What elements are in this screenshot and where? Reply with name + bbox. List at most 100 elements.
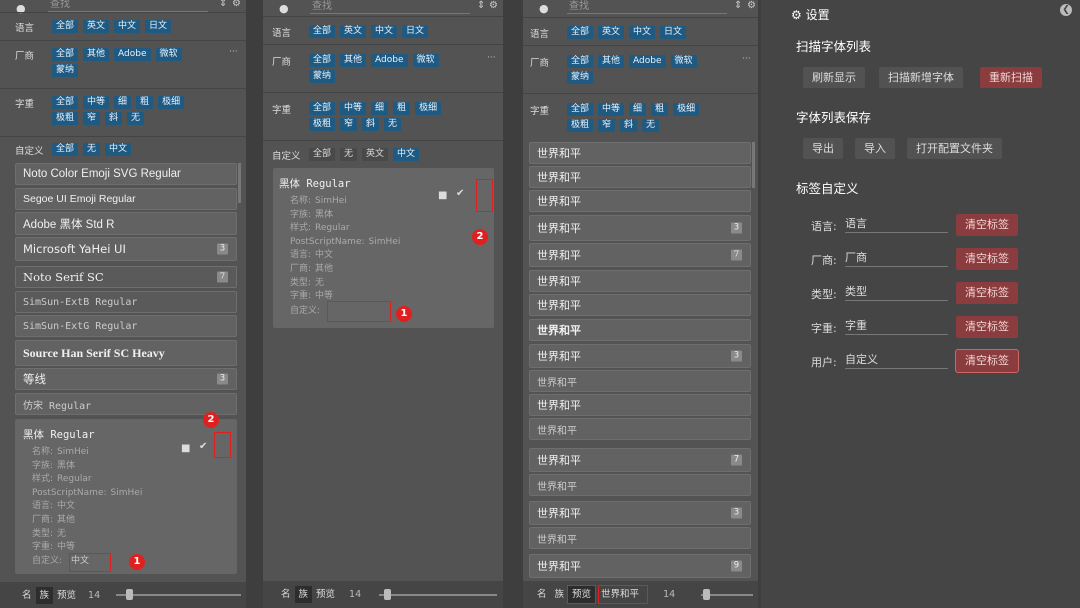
chip[interactable]: 极细 xyxy=(673,103,700,116)
font-preview-item[interactable]: 世界和平 7 xyxy=(529,448,751,472)
tag-input[interactable]: 语言 xyxy=(845,216,948,233)
rescan-button[interactable]: 重新扫描 xyxy=(980,67,1042,88)
font-preview-item[interactable]: 世界和平 xyxy=(529,418,751,440)
chip[interactable]: Adobe xyxy=(114,48,151,61)
scrollbar[interactable] xyxy=(238,163,241,203)
check-icon[interactable]: ✔ xyxy=(456,188,464,199)
chip[interactable]: 日文 xyxy=(660,26,687,39)
chip[interactable]: 斜 xyxy=(620,119,638,132)
slider-handle[interactable] xyxy=(126,589,133,600)
font-list-item[interactable]: Microsoft YaHei UI 3 xyxy=(15,237,237,261)
chip[interactable]: 中文 xyxy=(371,25,398,38)
chip[interactable]: Adobe xyxy=(629,55,666,68)
more-icon[interactable]: ··· xyxy=(742,54,751,64)
font-preview-item[interactable]: 世界和平 9 xyxy=(529,554,751,578)
chip[interactable]: 中文 xyxy=(629,26,656,39)
chip[interactable]: 极粗 xyxy=(309,118,336,131)
chip[interactable]: 粗 xyxy=(136,96,154,109)
chip[interactable]: 极细 xyxy=(158,96,185,109)
tag-input[interactable]: 自定义 xyxy=(845,352,948,369)
chip[interactable]: 窄 xyxy=(598,119,616,132)
chip[interactable]: 全部 xyxy=(567,26,594,39)
font-preview-item[interactable]: 世界和平 xyxy=(529,190,751,212)
gear-icon[interactable]: ⚙ xyxy=(747,0,756,11)
scan-new-fonts-button[interactable]: 扫描新增字体 xyxy=(879,67,963,88)
search-input[interactable]: 查找 xyxy=(48,0,208,12)
chip[interactable]: 其他 xyxy=(598,55,625,68)
scrollbar[interactable] xyxy=(752,142,755,188)
font-size-slider[interactable] xyxy=(116,594,241,596)
tag-input[interactable]: 字重 xyxy=(845,318,948,335)
chip[interactable]: 粗 xyxy=(651,103,669,116)
sort-icon[interactable]: ⇕ xyxy=(734,0,742,11)
font-preview-item[interactable]: 世界和平 xyxy=(529,474,751,496)
chip[interactable]: 窄 xyxy=(340,118,358,131)
collapse-icon[interactable]: ❮ xyxy=(1060,4,1072,16)
chip[interactable]: Adobe xyxy=(371,54,408,67)
preview-toggle-button[interactable]: 预览 xyxy=(567,585,597,604)
font-preview-item[interactable]: 世界和平 3 xyxy=(529,501,751,525)
chip[interactable]: 中等 xyxy=(83,96,110,109)
chip[interactable]: 无 xyxy=(642,119,660,132)
preview-toggle-button[interactable]: 预览 xyxy=(312,586,339,603)
sort-icon[interactable]: ⇕ xyxy=(477,0,485,11)
font-list-item[interactable]: Noto Serif SC 7 xyxy=(15,266,237,288)
font-list-item[interactable]: Segoe UI Emoji Regular xyxy=(15,188,237,210)
clear-tag-button[interactable]: 清空标签 xyxy=(956,214,1018,236)
chip[interactable]: 全部 xyxy=(567,103,594,116)
tag-icon[interactable]: ● xyxy=(539,2,553,15)
tag-icon[interactable]: ● xyxy=(279,2,293,15)
more-icon[interactable]: ··· xyxy=(229,47,238,57)
chip[interactable]: 无 xyxy=(340,148,358,161)
font-list-item[interactable]: Noto Color Emoji SVG Regular xyxy=(15,163,237,185)
chip[interactable]: 英文 xyxy=(362,148,389,161)
font-list-item[interactable]: 仿宋 Regular xyxy=(15,393,237,415)
chip[interactable]: 窄 xyxy=(83,112,101,125)
chip[interactable]: 微软 xyxy=(155,48,182,61)
font-preview-item[interactable]: 世界和平 xyxy=(529,294,751,316)
clear-tag-button[interactable]: 清空标签 xyxy=(955,349,1019,373)
copy-icon[interactable]: ■ xyxy=(438,190,447,201)
chip[interactable]: 全部 xyxy=(52,143,79,156)
chip[interactable]: 全部 xyxy=(567,55,594,68)
custom-tag-input[interactable] xyxy=(327,301,391,322)
font-preview-item[interactable]: 世界和平 xyxy=(529,319,751,341)
font-list-item[interactable]: Adobe 黑体 Std R xyxy=(15,212,237,235)
check-icon[interactable]: ✔ xyxy=(199,441,207,452)
chip[interactable]: 无 xyxy=(384,118,402,131)
tag-input[interactable]: 厂商 xyxy=(845,250,948,267)
chip[interactable]: 英文 xyxy=(340,25,367,38)
chip[interactable]: 微软 xyxy=(412,54,439,67)
chip[interactable]: 无 xyxy=(83,143,101,156)
chip[interactable]: 日文 xyxy=(145,20,172,33)
chip[interactable]: 全部 xyxy=(309,25,336,38)
chip[interactable]: 蒙纳 xyxy=(309,70,336,83)
font-list-item[interactable]: SimSun-ExtG Regular xyxy=(15,315,237,337)
clear-tag-button[interactable]: 清空标签 xyxy=(956,248,1018,270)
sort-by-family-button[interactable]: 族 xyxy=(35,586,54,604)
chip[interactable]: 细 xyxy=(114,96,132,109)
chip[interactable]: 全部 xyxy=(309,148,336,161)
font-preview-item[interactable]: 世界和平 7 xyxy=(529,243,751,267)
font-preview-item[interactable]: 世界和平 xyxy=(529,527,751,549)
chip[interactable]: 全部 xyxy=(309,54,336,67)
chip[interactable]: 英文 xyxy=(83,20,110,33)
gear-icon[interactable]: ⚙ xyxy=(489,0,498,11)
chip[interactable]: 其他 xyxy=(83,48,110,61)
chip[interactable]: 中文 xyxy=(393,148,420,161)
font-preview-item[interactable]: 世界和平 3 xyxy=(529,344,751,368)
preview-toggle-button[interactable]: 预览 xyxy=(53,587,80,604)
chip[interactable]: 蒙纳 xyxy=(567,71,594,84)
sort-by-name-button[interactable]: 名 xyxy=(277,586,295,603)
font-preview-item[interactable]: 世界和平 xyxy=(529,394,751,416)
preview-text-input[interactable]: 世界和平 xyxy=(598,585,649,604)
open-config-folder-button[interactable]: 打开配置文件夹 xyxy=(907,138,1002,159)
sort-by-name-button[interactable]: 名 xyxy=(18,587,36,604)
font-preview-item[interactable]: 世界和平 xyxy=(529,142,751,164)
chip[interactable]: 全部 xyxy=(309,102,336,115)
chip[interactable]: 极粗 xyxy=(52,112,79,125)
chip[interactable]: 中等 xyxy=(598,103,625,116)
chip[interactable]: 全部 xyxy=(52,48,79,61)
font-size-slider[interactable] xyxy=(379,594,497,596)
chip[interactable]: 细 xyxy=(629,103,647,116)
